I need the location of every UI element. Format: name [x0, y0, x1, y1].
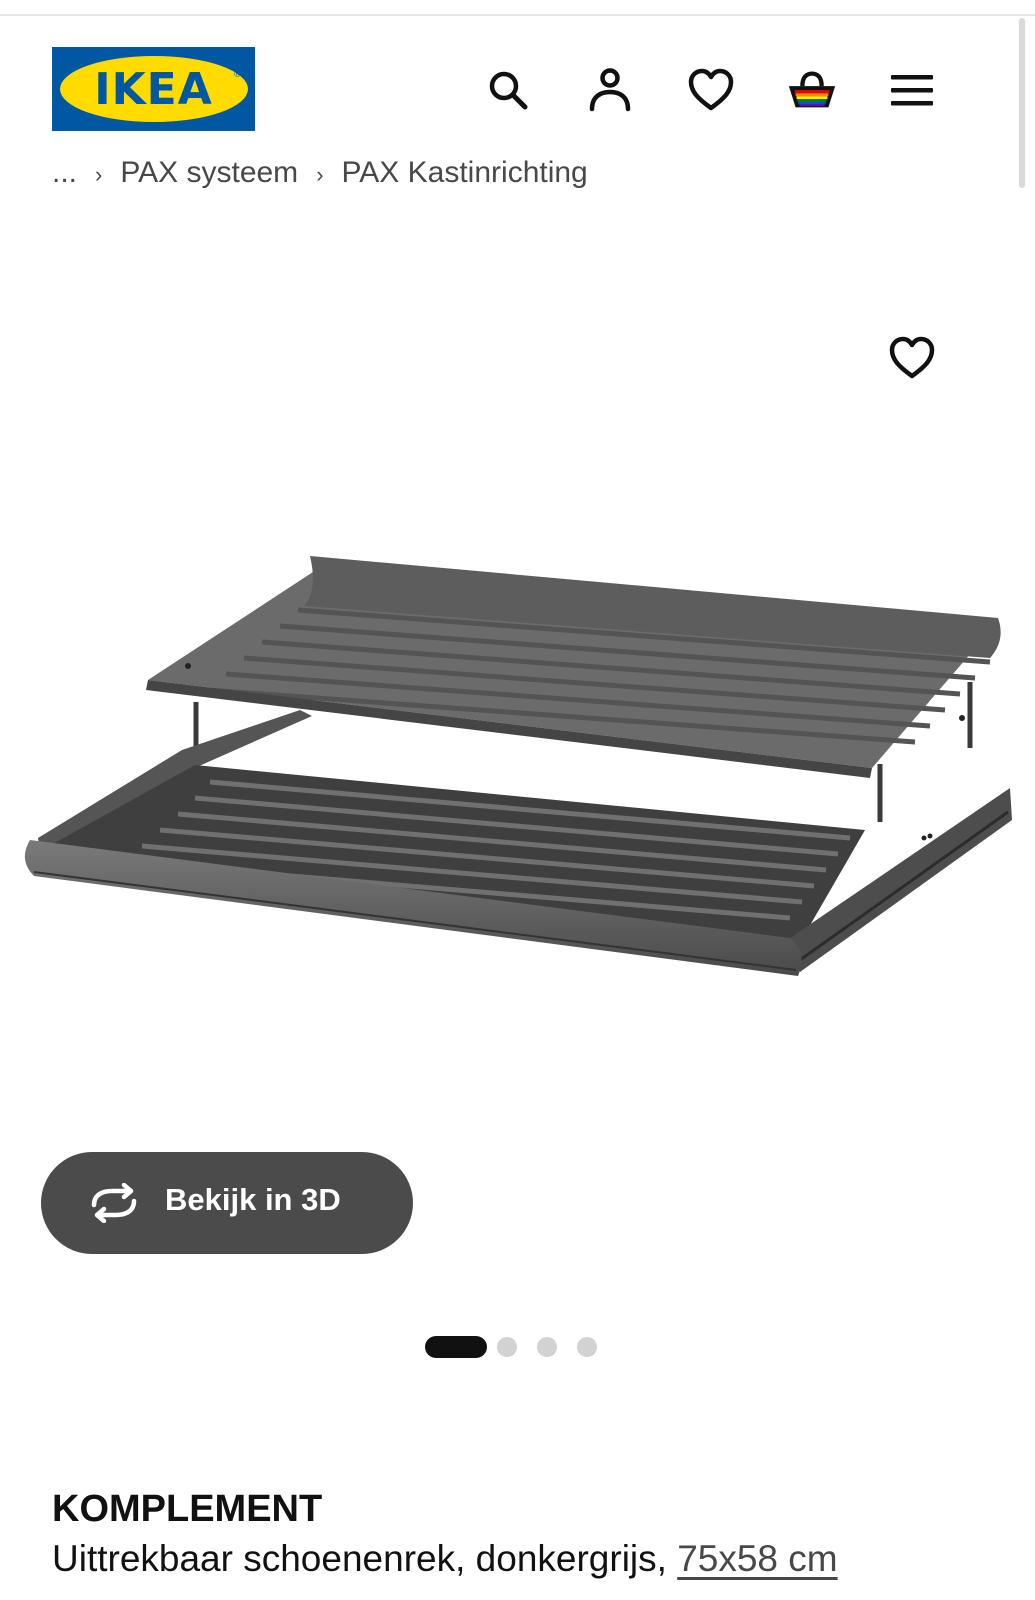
carousel-dot[interactable]: [537, 1337, 557, 1357]
save-to-favourites-button[interactable]: [884, 330, 940, 386]
account-button[interactable]: [584, 64, 636, 116]
menu-button[interactable]: [886, 64, 938, 116]
breadcrumb-ellipsis[interactable]: ...: [52, 156, 77, 188]
breadcrumb-separator: ›: [95, 162, 103, 187]
menu-icon: [891, 75, 933, 106]
wishlist-heart-icon: [688, 68, 734, 111]
heart-outline-icon: [889, 336, 935, 379]
logo-oval: IKEA: [59, 56, 248, 122]
product-description-text: Uittrekbaar schoenenrek, donkergrijs,: [52, 1538, 667, 1579]
view-in-3d-label: Bekijk in 3D: [165, 1182, 341, 1217]
product-size-link[interactable]: 75x58 cm: [677, 1538, 837, 1579]
site-header: IKEA ®: [0, 16, 1035, 166]
shopping-bag-button[interactable]: [786, 64, 838, 116]
carousel-dot[interactable]: [577, 1337, 597, 1357]
ikea-logo[interactable]: IKEA ®: [52, 47, 255, 131]
breadcrumb-separator: ›: [316, 162, 324, 187]
view-in-3d-button[interactable]: Bekijk in 3D: [41, 1152, 413, 1254]
breadcrumb-item[interactable]: PAX systeem: [120, 156, 298, 188]
breadcrumb: ... › PAX systeem › PAX Kastinrichting: [52, 152, 812, 188]
breadcrumb-item[interactable]: PAX Kastinrichting: [342, 156, 588, 188]
wishlist-button[interactable]: [685, 64, 737, 116]
search-button[interactable]: [482, 64, 534, 116]
shopping-bag-icon: [788, 71, 836, 108]
search-icon: [489, 71, 528, 110]
registered-mark: ®: [233, 70, 242, 80]
product-description: Uittrekbaar schoenenrek, donkergrijs, 75…: [52, 1538, 838, 1580]
carousel-dot[interactable]: [497, 1337, 517, 1357]
product-image[interactable]: [0, 520, 1035, 1000]
product-page: IKEA ® ... › PAX systeem › PAX Kastinric…: [0, 0, 1035, 1600]
rotate-3d-icon: [91, 1183, 137, 1223]
account-icon: [589, 68, 631, 112]
shoe-rack-illustration: [24, 556, 1012, 976]
carousel-indicator: [425, 1336, 625, 1358]
carousel-dot-active[interactable]: [425, 1336, 487, 1358]
product-name: KOMPLEMENT: [52, 1488, 323, 1530]
logo-text: IKEA: [94, 63, 213, 115]
